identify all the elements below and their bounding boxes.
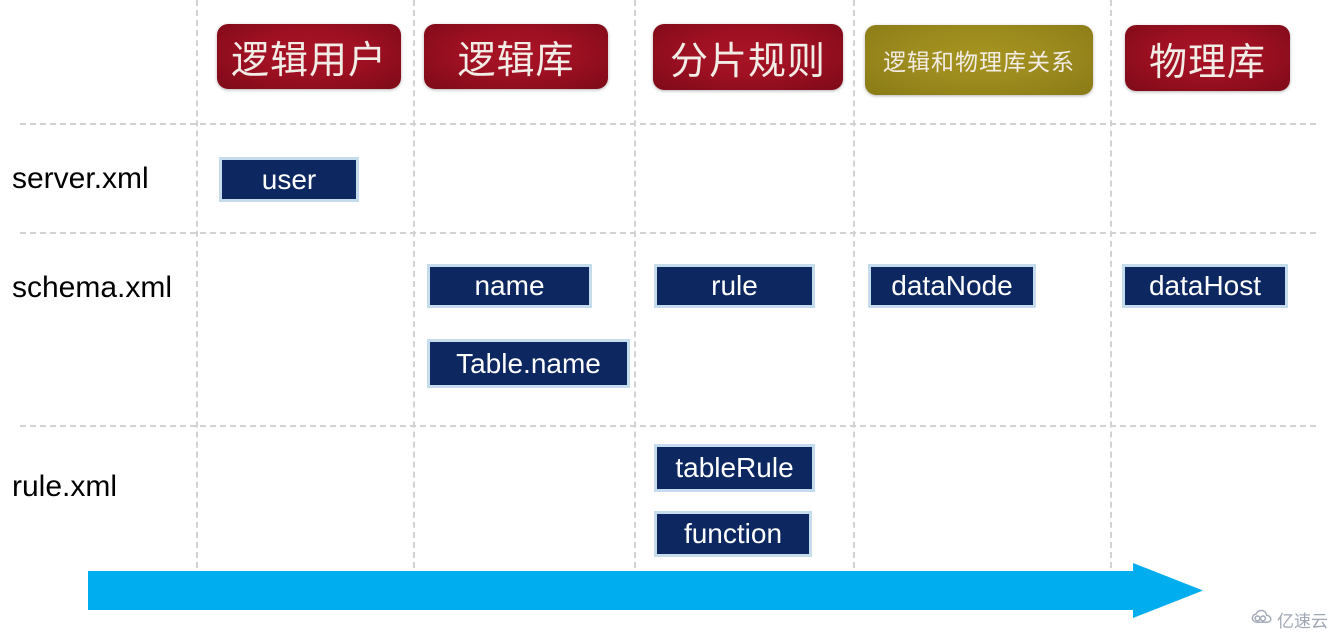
column-header-physical-db: 物理库	[1125, 25, 1290, 91]
field-box-label: name	[474, 270, 545, 301]
field-box-label: Table.name	[456, 347, 601, 379]
field-box-user: user	[219, 157, 359, 202]
column-header-sharding-rule: 分片规则	[653, 24, 843, 90]
field-box-datanode: dataNode	[868, 264, 1036, 308]
column-header-logical-db: 逻辑库	[424, 24, 608, 89]
column-header-label: 分片规则	[669, 38, 826, 83]
field-box-datahost: dataHost	[1122, 264, 1288, 308]
column-header-label: 物理库	[1148, 39, 1266, 84]
grid-vline-2	[634, 0, 636, 568]
field-box-table-name: Table.name	[427, 339, 630, 388]
grid-hline-1	[20, 232, 1316, 234]
row-label-server-xml: server.xml	[12, 162, 149, 195]
field-box-label: user	[261, 163, 317, 195]
field-box-label: dataHost	[1148, 270, 1262, 301]
column-header-label: 逻辑和物理库关系	[883, 50, 1075, 76]
column-header-logical-physical-relation: 逻辑和物理库关系	[865, 25, 1093, 95]
row-label-rule-xml: rule.xml	[12, 470, 118, 503]
grid-vline-3	[853, 0, 855, 568]
column-header-label: 逻辑库	[457, 38, 575, 82]
grid-hline-2	[20, 425, 1316, 427]
field-box-function: function	[654, 511, 812, 557]
field-box-rule: rule	[654, 264, 815, 308]
field-box-label: dataNode	[891, 270, 1013, 301]
cloud-icon	[1251, 609, 1273, 630]
flow-arrow	[88, 563, 1203, 618]
grid-vline-0	[196, 0, 198, 568]
field-box-label: tableRule	[675, 452, 794, 483]
grid-hline-0	[20, 123, 1316, 125]
column-header-label: 逻辑用户	[230, 38, 387, 82]
column-header-logical-user: 逻辑用户	[217, 24, 401, 89]
field-box-name: name	[427, 264, 592, 308]
grid-vline-4	[1110, 0, 1112, 568]
grid-vline-1	[413, 0, 415, 568]
field-box-tablerule: tableRule	[654, 444, 815, 492]
watermark-label: 亿速云	[1277, 612, 1328, 632]
watermark: 亿速云	[1251, 607, 1328, 632]
diagram-canvas: 逻辑用户 逻辑库 分片规则 逻辑和物理库关系 物理库 server.xml sc…	[0, 0, 1336, 638]
field-box-label: rule	[711, 270, 758, 301]
field-box-label: function	[683, 518, 783, 549]
row-label-schema-xml: schema.xml	[12, 271, 173, 304]
